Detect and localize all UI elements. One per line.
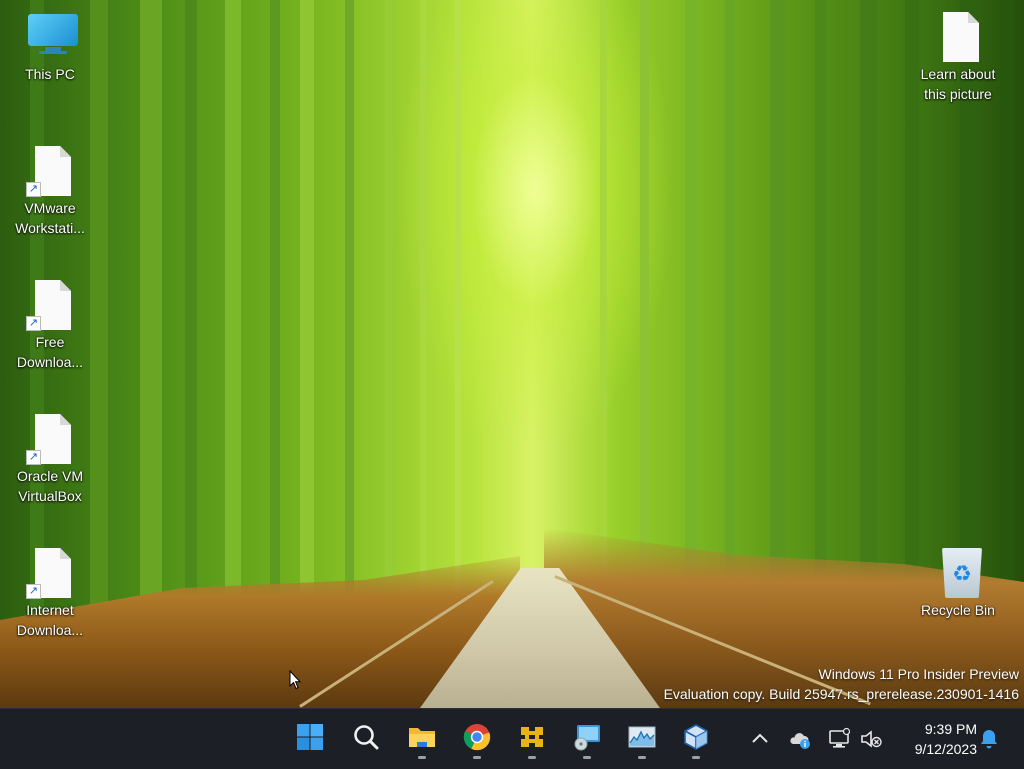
taskbar-chrome[interactable]: [457, 717, 497, 759]
running-indicator: [473, 756, 481, 759]
tray-network[interactable]: [827, 727, 851, 751]
desktop-icon-label: Recycle Bin: [921, 602, 995, 618]
taskbar-virtualbox[interactable]: [676, 717, 716, 759]
running-indicator: [638, 756, 646, 759]
taskbar-file-explorer[interactable]: [402, 717, 442, 759]
taskbar-app-monitor[interactable]: [567, 717, 607, 759]
desktop-icon-label: VMware Workstati...: [15, 200, 85, 236]
running-indicator: [692, 756, 700, 759]
monitor-disc-icon: [574, 725, 600, 751]
clock-date: 9/12/2023: [914, 741, 977, 757]
build-watermark: Windows 11 Pro Insider Preview Evaluatio…: [664, 664, 1019, 704]
taskbar-start-button[interactable]: [290, 717, 330, 759]
clock-time: 9:39 PM: [924, 721, 977, 737]
windows-logo-icon: [297, 724, 323, 750]
taskbar-app-performance[interactable]: [622, 717, 662, 759]
running-indicator: [583, 756, 591, 759]
document-icon: ↗: [26, 546, 74, 599]
desktop-icon-vmware[interactable]: ↗ VMware Workstati...: [8, 144, 92, 238]
chrome-icon: [463, 724, 491, 751]
mouse-cursor-icon: [289, 670, 301, 690]
cloud-info-icon: [790, 733, 810, 749]
desktop-icon-internet-download[interactable]: ↗ Internet Downloa...: [8, 546, 92, 640]
performance-chart-icon: [628, 726, 656, 748]
document-icon: [934, 10, 982, 62]
tray-notifications[interactable]: [977, 727, 1001, 751]
search-icon: [354, 725, 379, 750]
watermark-edition: Windows 11 Pro Insider Preview: [818, 666, 1019, 682]
desktop-icon-virtualbox[interactable]: ↗ Oracle VM VirtualBox: [8, 412, 92, 506]
document-icon: ↗: [26, 412, 74, 465]
shortcut-arrow-icon: ↗: [26, 450, 41, 465]
shortcut-arrow-icon: ↗: [26, 584, 41, 599]
tray-overflow-button[interactable]: [748, 727, 772, 751]
bell-icon: [981, 730, 997, 749]
desktop-icon-this-pc[interactable]: This PC: [8, 10, 92, 84]
desktop-icon-label: Oracle VM VirtualBox: [16, 468, 84, 504]
recycle-bin-icon: ♻: [934, 546, 982, 598]
chevron-up-icon: [752, 733, 768, 743]
volume-muted-icon: [861, 730, 882, 748]
computer-icon: [26, 10, 78, 62]
desktop-icon-label: Internet Downloa...: [16, 602, 84, 638]
watermark-build: Evaluation copy. Build 25947.rs_prerelea…: [663, 686, 1019, 702]
taskbar-clock[interactable]: 9:39 PM 9/12/2023: [893, 719, 977, 759]
desktop-icon-label: Free Downloa...: [16, 334, 84, 370]
network-monitor-icon: [829, 727, 851, 748]
desktop-icon-label: This PC: [25, 66, 75, 82]
document-icon: ↗: [26, 144, 74, 197]
tray-volume[interactable]: [859, 727, 883, 751]
recycle-symbol-icon: ♻: [952, 561, 972, 586]
desktop-icon-label: Learn about this picture: [920, 66, 996, 102]
desktop-icon-free-download[interactable]: ↗ Free Downloa...: [8, 278, 92, 372]
cube-icon: [684, 724, 708, 750]
desktop-icon-recycle-bin[interactable]: ♻ Recycle Bin: [916, 546, 1000, 620]
tray-onedrive[interactable]: [788, 727, 812, 751]
desktop-icon-learn-about-picture[interactable]: Learn about this picture: [916, 10, 1000, 104]
shortcut-arrow-icon: ↗: [26, 316, 41, 331]
taskbar-app-network[interactable]: [512, 717, 552, 759]
running-indicator: [418, 756, 426, 759]
document-icon: ↗: [26, 278, 74, 331]
taskbar-search-button[interactable]: [346, 717, 386, 759]
shortcut-arrow-icon: ↗: [26, 182, 41, 197]
taskbar: 9:39 PM 9/12/2023: [0, 708, 1024, 769]
running-indicator: [528, 756, 536, 759]
folder-icon: [409, 728, 435, 747]
desktop-wallpaper: [0, 0, 1024, 708]
network-grid-icon: [519, 724, 545, 750]
